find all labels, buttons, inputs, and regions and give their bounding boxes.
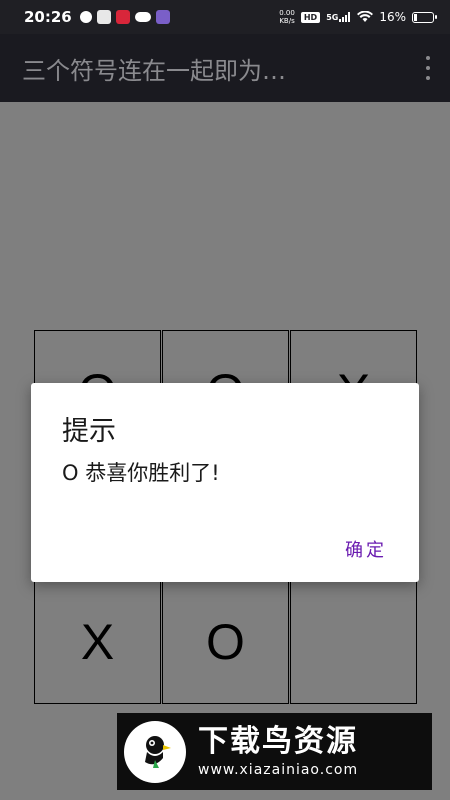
purple-app-notification-icon [155,10,170,24]
alarm-icon [79,11,92,23]
app-notification-icon [96,10,111,24]
status-bar: 20:26 0.00 KB/s HD 5G 16% [0,0,450,34]
battery-level [414,13,417,21]
bird-logo-graphic [145,735,171,768]
cloud-icon [134,12,151,22]
watermark-url: www.xiazainiao.com [198,761,359,778]
status-right: 0.00 KB/s HD 5G 16% [279,9,437,25]
overflow-menu-icon[interactable] [422,56,434,80]
network-speed: 0.00 KB/s [279,9,295,25]
app-title: 三个符号连在一起即为… [22,56,286,85]
notification-icons [79,10,170,24]
watermark-text: 下载鸟资源 www.xiazainiao.com [198,724,358,780]
network-speed-unit: KB/s [279,17,295,25]
hd-badge: HD [300,11,321,23]
battery-percent: 16% [379,10,406,24]
app-bar: 三个符号连在一起即为… [0,34,450,102]
signal-bars-icon [339,12,351,22]
red-app-notification-icon [115,10,130,24]
network-type: 5G [326,13,339,22]
alert-dialog: 提示 O 恭喜你胜利了! 确定 [31,383,419,582]
bird-logo-icon [124,720,186,783]
watermark: 下载鸟资源 www.xiazainiao.com [117,713,432,790]
status-time: 20:26 [24,8,72,26]
battery-icon [412,11,437,23]
watermark-name: 下载鸟资源 [198,723,358,759]
signal-icon: 5G [326,12,351,22]
confirm-button[interactable]: 确定 [345,536,387,562]
dialog-message: O 恭喜你胜利了! [62,461,220,485]
dialog-title: 提示 [62,416,116,447]
network-speed-value: 0.00 [279,9,295,17]
wifi-icon [357,11,374,22]
